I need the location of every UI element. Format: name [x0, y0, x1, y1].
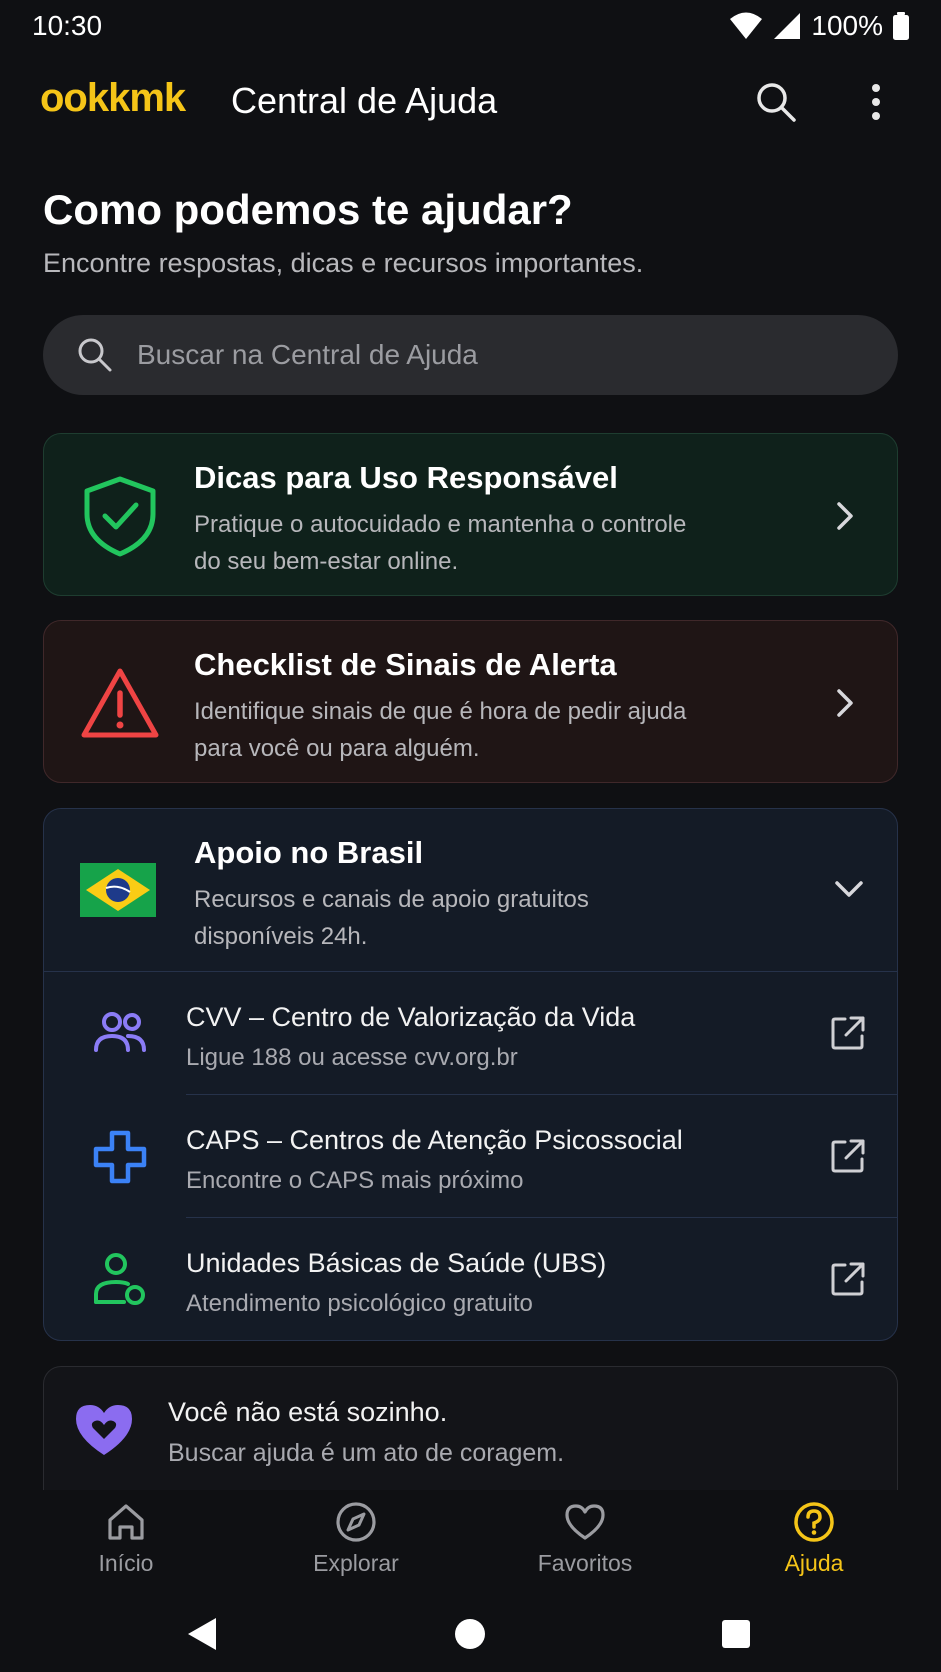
- support-title: Apoio no Brasil: [194, 835, 424, 870]
- support-item-subtitle: Encontre o CAPS mais próximo: [186, 1167, 524, 1194]
- shield-check-icon: [84, 476, 156, 557]
- search-icon[interactable]: [752, 78, 800, 126]
- system-navigation-bar: [0, 1596, 941, 1672]
- nav-label: Ajuda: [784, 1550, 844, 1576]
- signal-icon: [774, 13, 801, 39]
- chevron-down-icon: [835, 881, 863, 897]
- external-link-icon[interactable]: [829, 1014, 867, 1052]
- health-worker-icon: [94, 1253, 145, 1305]
- heart-outline-icon: [565, 1504, 605, 1540]
- compass-icon: [336, 1502, 376, 1542]
- support-item-cvv[interactable]: CVV – Centro de Valorização da Vida Ligu…: [44, 972, 897, 1095]
- help-center-screen: 10:30 100% ookkmk Central de Ajuda Como …: [0, 0, 941, 1672]
- nav-item-inicio[interactable]: Início: [46, 1500, 206, 1590]
- nav-label: Favoritos: [537, 1550, 633, 1576]
- app-bar: ookkmk Central de Ajuda: [0, 60, 941, 146]
- encouragement-banner: Você não está sozinho. Buscar ajuda é um…: [43, 1366, 898, 1506]
- support-item-subtitle: Ligue 188 ou acesse cvv.org.br: [186, 1044, 518, 1071]
- bottom-navigation: Início Explorar Favoritos Ajuda: [0, 1490, 941, 1590]
- responsible-use-card[interactable]: Dicas para Uso Responsável Pratique o au…: [43, 433, 898, 596]
- search-input[interactable]: [137, 315, 857, 395]
- medical-cross-icon: [93, 1130, 147, 1184]
- support-brazil-header[interactable]: Apoio no Brasil Recursos e canais de apo…: [44, 809, 897, 972]
- nav-item-favoritos[interactable]: Favoritos: [505, 1500, 665, 1590]
- card-description: Pratique o autocuidado e mantenha o cont…: [194, 511, 687, 575]
- search-icon: [78, 338, 112, 372]
- support-item-title: CAPS – Centros de Atenção Psicossocial: [186, 1125, 683, 1155]
- home-icon: [108, 1504, 144, 1540]
- support-item-subtitle: Atendimento psicológico gratuito: [186, 1290, 533, 1317]
- back-icon[interactable]: [180, 1612, 224, 1656]
- external-link-icon[interactable]: [829, 1137, 867, 1175]
- status-indicators: 100%: [729, 10, 909, 42]
- support-item-title: Unidades Básicas de Saúde (UBS): [186, 1248, 607, 1278]
- support-brazil-section: Apoio no Brasil Recursos e canais de apo…: [43, 808, 898, 1341]
- help-circle-icon: [794, 1502, 834, 1542]
- nav-label: Início: [98, 1550, 154, 1576]
- status-time: 10:30: [32, 10, 103, 41]
- search-bar[interactable]: [43, 315, 898, 395]
- support-item-caps[interactable]: CAPS – Centros de Atenção Psicossocial E…: [44, 1095, 897, 1218]
- nav-item-explorar[interactable]: Explorar: [276, 1500, 436, 1590]
- nav-item-ajuda[interactable]: Ajuda: [734, 1500, 894, 1590]
- page-title: Central de Ajuda: [231, 80, 498, 121]
- card-description: Identifique sinais de que é hora de pedi…: [194, 698, 687, 762]
- support-item-ubs[interactable]: Unidades Básicas de Saúde (UBS) Atendime…: [44, 1218, 897, 1340]
- hero-title: Como podemos te ajudar?: [43, 186, 573, 233]
- warning-signs-card[interactable]: Checklist de Sinais de Alerta Identifiqu…: [43, 620, 898, 783]
- brand-logo[interactable]: ookkmk: [40, 76, 186, 121]
- wifi-icon: [730, 12, 763, 39]
- chevron-right-icon: [837, 502, 853, 530]
- brazil-flag-icon: [80, 863, 156, 917]
- external-link-icon[interactable]: [829, 1260, 867, 1298]
- nav-label: Explorar: [313, 1550, 399, 1576]
- more-vertical-icon[interactable]: [860, 78, 892, 126]
- recents-icon[interactable]: [714, 1612, 758, 1656]
- home-circle-icon[interactable]: [448, 1612, 492, 1656]
- battery-percent: 100%: [811, 10, 883, 41]
- card-title: Dicas para Uso Responsável: [194, 460, 618, 495]
- hero-subtitle: Encontre respostas, dicas e recursos imp…: [43, 248, 644, 278]
- banner-title: Você não está sozinho.: [168, 1397, 448, 1427]
- chevron-right-icon: [837, 689, 853, 717]
- card-title: Checklist de Sinais de Alerta: [194, 647, 617, 682]
- people-icon: [94, 1012, 146, 1052]
- banner-subtitle: Buscar ajuda é um ato de coragem.: [168, 1439, 565, 1467]
- battery-icon: [893, 12, 909, 40]
- status-bar: 10:30 100%: [0, 0, 941, 52]
- heart-icon: [76, 1405, 132, 1455]
- support-description: Recursos e canais de apoio gratuitos dis…: [194, 886, 589, 950]
- warning-triangle-icon: [81, 668, 159, 738]
- support-item-title: CVV – Centro de Valorização da Vida: [186, 1002, 636, 1032]
